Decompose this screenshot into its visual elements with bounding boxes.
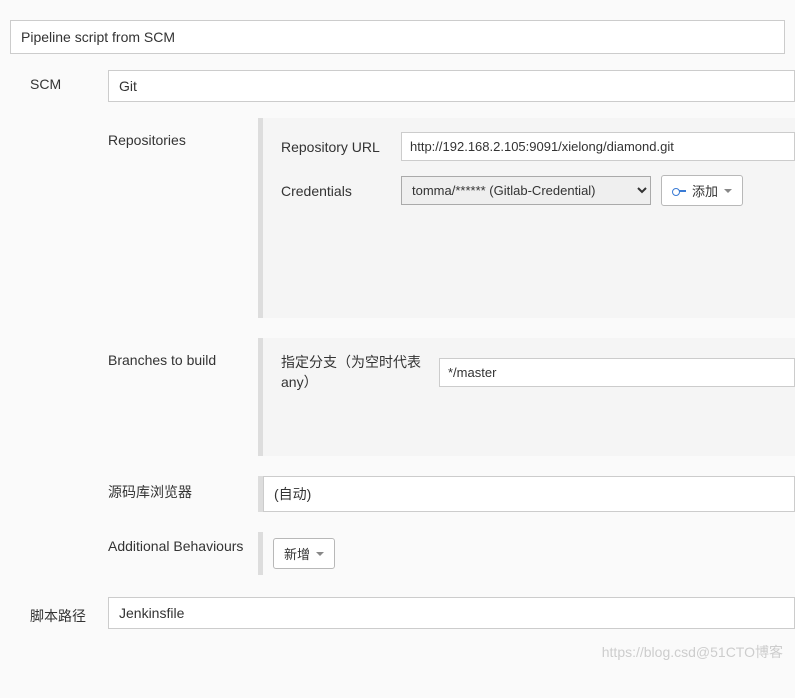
script-path-input[interactable]: [108, 597, 795, 629]
scm-config-area: Repositories Repository URL Credentials …: [108, 118, 795, 575]
add-behaviour-label: 新增: [284, 544, 310, 563]
add-credentials-label: 添加: [692, 181, 718, 200]
repo-url-input[interactable]: [401, 132, 795, 161]
additional-behaviours-row: Additional Behaviours 新增: [108, 532, 795, 575]
repo-browser-row: 源码库浏览器 (自动): [108, 476, 795, 512]
repositories-panel: Repository URL Credentials tomma/****** …: [258, 118, 795, 318]
watermark: https://blog.csd@51CTO博客: [602, 642, 783, 662]
script-path-label: 脚本路径: [0, 600, 108, 626]
credentials-row: Credentials tomma/****** (Gitlab-Credent…: [281, 175, 795, 206]
branch-specifier-row: 指定分支（为空时代表any）: [281, 352, 795, 392]
credentials-label: Credentials: [281, 183, 401, 199]
chevron-down-icon: [316, 552, 324, 556]
repositories-section: Repositories Repository URL Credentials …: [108, 118, 795, 318]
script-path-row: 脚本路径: [0, 597, 795, 629]
scm-row: SCM Git: [0, 70, 795, 102]
additional-behaviours-label: Additional Behaviours: [108, 532, 258, 575]
pipeline-definition-select[interactable]: Pipeline script from SCM: [10, 20, 785, 54]
credentials-select[interactable]: tomma/****** (Gitlab-Credential): [401, 176, 651, 205]
branches-panel: 指定分支（为空时代表any）: [258, 338, 795, 456]
branch-specifier-label: 指定分支（为空时代表any）: [281, 352, 439, 392]
branches-section: Branches to build 指定分支（为空时代表any）: [108, 338, 795, 456]
repo-url-row: Repository URL: [281, 132, 795, 161]
repo-browser-label: 源码库浏览器: [108, 476, 258, 512]
scm-label: SCM: [0, 70, 108, 92]
branches-title: Branches to build: [108, 338, 258, 368]
repositories-title: Repositories: [108, 118, 258, 148]
repo-browser-select[interactable]: (自动): [263, 476, 795, 512]
scm-select[interactable]: Git: [108, 70, 795, 102]
add-behaviour-button[interactable]: 新增: [273, 538, 335, 569]
add-credentials-button[interactable]: 添加: [661, 175, 743, 206]
chevron-down-icon: [724, 189, 732, 193]
key-icon: [672, 187, 686, 195]
branch-specifier-input[interactable]: [439, 358, 795, 387]
repo-url-label: Repository URL: [281, 139, 401, 155]
